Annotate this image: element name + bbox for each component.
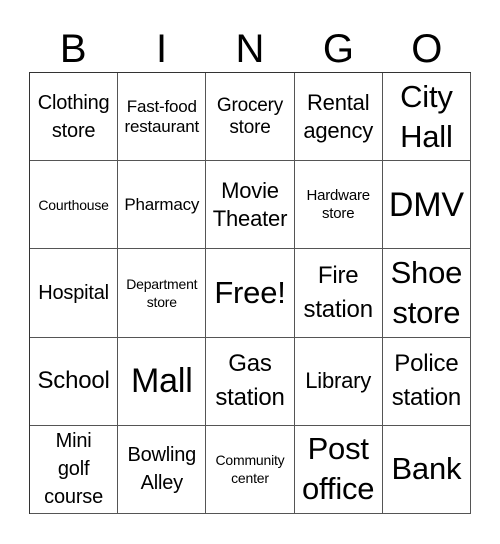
bingo-cell-label: Department store — [126, 275, 198, 310]
bingo-cell-label: Pharmacy — [124, 194, 200, 214]
bingo-cell-label: Rental agency — [303, 89, 374, 143]
bingo-cell[interactable]: Department store — [118, 249, 207, 338]
bingo-cell-label: Community center — [215, 452, 285, 487]
bingo-cell[interactable]: Mall — [118, 337, 207, 426]
header-letter-i: I — [156, 27, 168, 71]
bingo-cell-label: Hospital — [38, 281, 109, 304]
bingo-cell[interactable]: Courthouse — [30, 161, 119, 250]
header-letter-n: N — [235, 27, 265, 71]
bingo-cell-label: Fire station — [303, 261, 374, 323]
bingo-cell[interactable]: Fire station — [294, 249, 383, 338]
bingo-cell[interactable]: Shoe store — [382, 249, 471, 338]
bingo-cell-label: Police station — [391, 350, 462, 412]
bingo-cell-label: Shoe store — [390, 254, 463, 330]
bingo-cell-label: Mini golf course — [44, 430, 104, 509]
bingo-cell-label: DMV — [388, 185, 464, 224]
bingo-cell-label: Free! — [214, 274, 286, 310]
header-letter-g: G — [322, 27, 354, 71]
bingo-cell[interactable]: Fast-food restaurant — [118, 73, 207, 162]
header-letter-b: B — [59, 27, 87, 71]
bingo-cell-label: Gas station — [215, 350, 285, 412]
bingo-cell[interactable]: Community center — [206, 425, 295, 514]
bingo-header: B I N G O — [29, 26, 471, 72]
bingo-cell-label: Grocery store — [216, 94, 284, 138]
bingo-grid: Clothing store Fast-food restaurant Grocer… — [29, 72, 471, 514]
bingo-cell[interactable]: Police station — [382, 337, 471, 426]
bingo-cell-label: Library — [305, 368, 372, 394]
bingo-cell[interactable]: Hospital — [30, 249, 119, 338]
bingo-cell-label: Courthouse — [38, 196, 109, 213]
bingo-cell-label: School — [37, 367, 110, 395]
bingo-cell[interactable]: Movie Theater — [206, 161, 295, 250]
bingo-cell[interactable]: Bowling Alley — [118, 425, 207, 514]
bingo-cell[interactable]: Grocery store — [206, 73, 295, 162]
bingo-cell[interactable]: Hardware store — [294, 161, 383, 250]
bingo-cell[interactable]: Bank — [382, 425, 471, 514]
bingo-cell[interactable]: School — [30, 337, 119, 426]
bingo-cell-label: Fast-food restaurant — [124, 96, 200, 136]
bingo-cell-label: Movie Theater — [212, 177, 288, 231]
bingo-cell-label: Post office — [302, 431, 375, 507]
bingo-cell-label: Mall — [131, 362, 193, 401]
bingo-cell[interactable]: Mini golf course — [30, 425, 119, 514]
bingo-cell[interactable]: Post office — [294, 425, 383, 514]
bingo-cell[interactable]: DMV — [382, 161, 471, 250]
header-letter-o: O — [411, 27, 443, 71]
bingo-cell-label: Clothing store — [37, 91, 110, 142]
bingo-cell[interactable]: Gas station — [206, 337, 295, 426]
bingo-cell[interactable]: Clothing store — [30, 73, 119, 162]
bingo-cell-label: Hardware store — [306, 186, 370, 222]
bingo-cell[interactable]: Rental agency — [294, 73, 383, 162]
bingo-cell[interactable]: City Hall — [382, 73, 471, 162]
bingo-cell[interactable]: Library — [294, 337, 383, 426]
bingo-cell[interactable]: Pharmacy — [118, 161, 207, 250]
bingo-cell-label: City Hall — [400, 78, 453, 154]
free-space-cell[interactable]: Free! — [206, 249, 295, 338]
bingo-cell-label: Bank — [391, 451, 462, 487]
bingo-cell-label: Bowling Alley — [127, 444, 197, 495]
